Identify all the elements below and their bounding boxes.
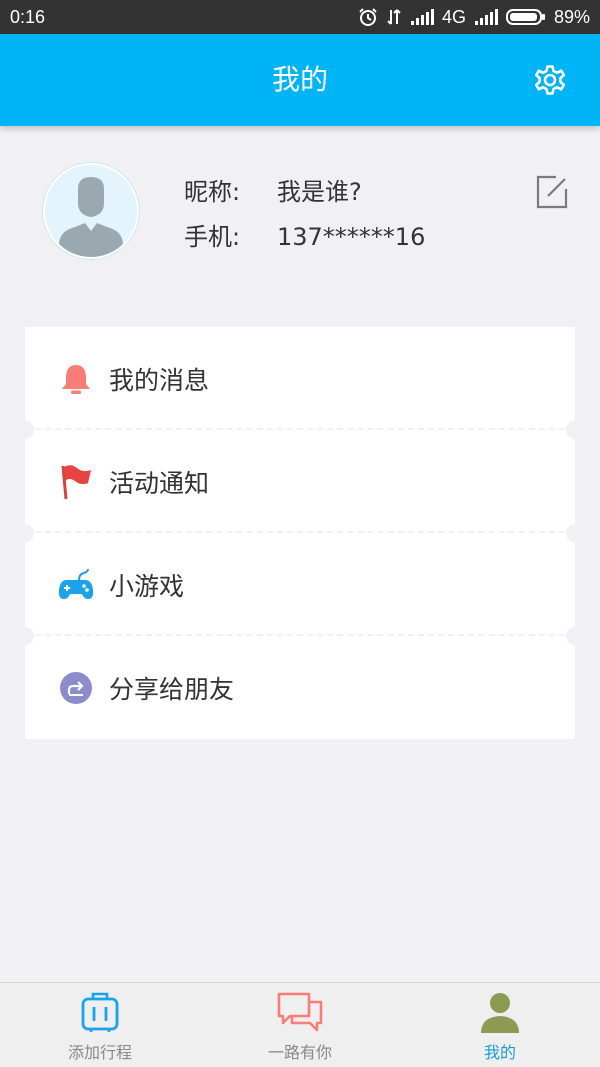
tab-together[interactable]: 一路有你 bbox=[200, 983, 400, 1067]
page-title: 我的 bbox=[271, 63, 328, 96]
menu-item-label: 我的消息 bbox=[109, 365, 210, 395]
menu-item-mini-games[interactable]: 小游戏 bbox=[16, 533, 584, 645]
user-icon bbox=[480, 991, 520, 1037]
menu-item-label: 小游戏 bbox=[109, 571, 185, 601]
battery-icon bbox=[505, 9, 545, 25]
avatar[interactable] bbox=[42, 162, 140, 260]
network-type: 4G bbox=[441, 6, 466, 27]
default-user-avatar-icon bbox=[45, 165, 137, 257]
tab-label: 我的 bbox=[483, 1043, 516, 1062]
divider-notch bbox=[566, 421, 584, 439]
nickname-value: 我是谁? bbox=[277, 178, 362, 206]
divider-notch bbox=[566, 627, 584, 645]
divider-notch bbox=[566, 524, 584, 542]
divider-notch bbox=[16, 421, 34, 439]
nickname-row: 昵称: 我是谁? bbox=[184, 172, 362, 207]
bell-icon bbox=[57, 360, 95, 398]
luggage-icon bbox=[80, 991, 120, 1037]
chat-bubbles-icon bbox=[276, 991, 324, 1037]
edit-icon bbox=[536, 175, 568, 209]
tab-mine[interactable]: 我的 bbox=[400, 983, 600, 1067]
phone-row: 手机: 137******16 bbox=[184, 217, 425, 252]
status-time: 0:16 bbox=[10, 6, 46, 27]
menu-item-messages[interactable]: 我的消息 bbox=[16, 327, 584, 439]
tab-add-trip[interactable]: 添加行程 bbox=[0, 983, 200, 1067]
nickname-label: 昵称: bbox=[184, 178, 241, 206]
gamepad-icon bbox=[57, 566, 95, 604]
phone-value: 137******16 bbox=[277, 223, 426, 251]
menu-item-share[interactable]: 分享给朋友 bbox=[25, 636, 575, 739]
menu-item-activity-notice[interactable]: 活动通知 bbox=[16, 430, 584, 542]
alarm-icon bbox=[359, 8, 377, 26]
flag-icon bbox=[57, 463, 95, 501]
bottom-navigation: 添加行程 一路有你 我的 bbox=[0, 982, 600, 1067]
signal-icon bbox=[410, 9, 434, 25]
settings-button[interactable] bbox=[532, 62, 568, 98]
menu-item-label: 活动通知 bbox=[109, 468, 210, 498]
divider-notch bbox=[16, 524, 34, 542]
share-icon bbox=[57, 669, 95, 707]
battery-level: 89% bbox=[553, 6, 590, 27]
gear-icon bbox=[534, 65, 566, 95]
menu-item-label: 分享给朋友 bbox=[109, 674, 235, 704]
tab-label: 一路有你 bbox=[267, 1043, 332, 1062]
menu-list: 我的消息 活动通知 小游戏 分享给朋友 bbox=[16, 327, 584, 739]
signal-icon bbox=[474, 9, 498, 25]
edit-profile-button[interactable] bbox=[534, 174, 570, 210]
divider-notch bbox=[16, 627, 34, 645]
phone-label: 手机: bbox=[184, 223, 241, 251]
title-bar: 我的 bbox=[0, 34, 600, 126]
status-indicators: 4G 89% bbox=[358, 7, 590, 28]
tab-label: 添加行程 bbox=[67, 1043, 132, 1062]
data-transfer-icon bbox=[387, 9, 401, 25]
status-bar: 0:16 4G 89% bbox=[0, 0, 600, 34]
